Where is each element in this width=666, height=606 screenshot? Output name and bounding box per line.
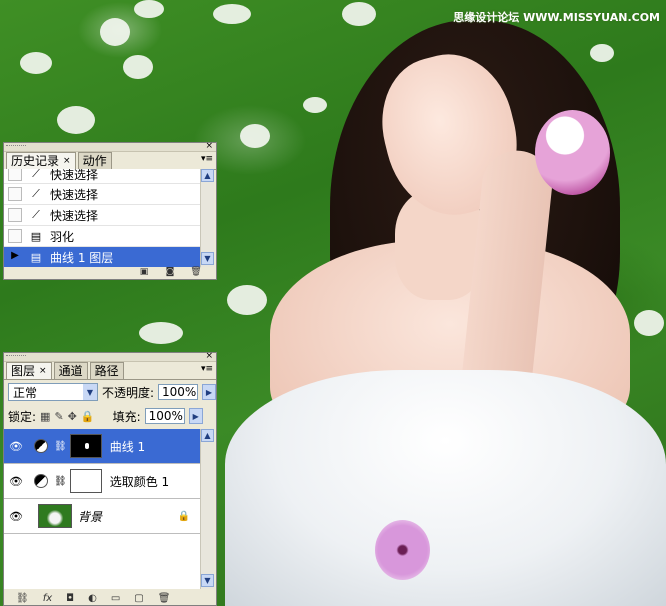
history-item-selected[interactable]: ▶ ▤ 曲线 1 图层 (4, 247, 202, 267)
new-document-from-state-icon[interactable]: ▣ (138, 267, 150, 277)
history-footer: ▣ ◙ 🗑 (4, 265, 216, 279)
layer-name: 选取颜色 1 (109, 474, 170, 489)
history-item-label: 快速选择 (50, 208, 99, 223)
panel-menu-icon[interactable]: ▾≡ (201, 364, 213, 374)
panel-menu-icon[interactable]: ▾≡ (201, 154, 213, 164)
close-panel-icon[interactable]: × (205, 141, 213, 151)
adjustment-layer-icon (34, 439, 48, 453)
lock-icon: 🔒 (177, 510, 190, 522)
new-layer-icon[interactable]: ▢ (134, 593, 143, 604)
quick-select-icon: ⟋ (32, 187, 40, 200)
quick-select-icon: ⟋ (32, 208, 40, 221)
history-list: ⟋ 快速选择 ⟋ 快速选择 ⟋ 快速选择 ▤ 羽化 ▶ ▤ 曲线 1 图层 (4, 169, 202, 267)
tab-label: 历史记录 (11, 154, 60, 168)
history-state-icon: ▤ (30, 250, 42, 264)
tab-label: 动作 (82, 154, 107, 168)
layers-scrollbar[interactable]: ▲ ▼ (200, 429, 214, 589)
layer-style-icon[interactable]: fx (43, 593, 52, 604)
layer-list: 👁 ⛓ 曲线 1 👁 ⛓ 选取颜色 1 👁 背景 🔒 (4, 429, 202, 589)
layer-mask-thumbnail[interactable] (69, 434, 102, 458)
trash-icon[interactable]: 🗑 (158, 593, 171, 604)
chevron-down-icon: ▼ (82, 384, 97, 400)
history-item[interactable]: ▤ 羽化 (4, 226, 202, 247)
lock-transparent-icon[interactable]: ▦ (40, 410, 50, 423)
layer-row-selective-color[interactable]: 👁 ⛓ 选取颜色 1 (4, 464, 202, 499)
history-brush-source-icon[interactable]: ▶ (8, 250, 22, 264)
snapshot-checkbox[interactable] (8, 169, 22, 181)
history-item-label: 曲线 1 图层 (50, 250, 114, 265)
trash-icon[interactable]: 🗑 (190, 267, 202, 277)
history-item-label: 快速选择 (50, 169, 99, 182)
adjustment-layer-icon (34, 474, 48, 488)
new-snapshot-icon[interactable]: ◙ (164, 267, 176, 277)
watermark: 思缘设计论坛 WWW.MISSYUAN.COM (453, 11, 660, 24)
add-mask-icon[interactable]: ◘ (66, 593, 74, 604)
chain-link-icon[interactable]: ⛓ (54, 476, 67, 487)
eye-icon[interactable]: 👁 (8, 508, 24, 524)
layer-name: 曲线 1 (109, 439, 146, 454)
history-state-icon: ▤ (30, 229, 42, 243)
scroll-down-icon[interactable]: ▼ (201, 574, 214, 587)
hand-flower (375, 520, 430, 580)
history-item[interactable]: ⟋ 快速选择 (4, 184, 202, 205)
snapshot-checkbox[interactable] (8, 208, 22, 222)
tab-label: 图层 (11, 364, 36, 378)
link-layers-icon[interactable]: ⛓ (16, 593, 29, 604)
blend-mode-select[interactable]: 正常 ▼ (8, 383, 98, 401)
tab-layers[interactable]: 图层 × (6, 362, 52, 379)
hair-flower (535, 110, 610, 195)
opacity-label: 不透明度: (101, 385, 155, 400)
layer-row-curves[interactable]: 👁 ⛓ 曲线 1 (4, 429, 202, 464)
layers-panel: × 图层 × 通道 路径 ▾≡ 正常 ▼ 不透明度: 100% ▶ 锁定: ▦ … (3, 351, 217, 606)
history-item[interactable]: ⟋ 快速选择 (4, 205, 202, 226)
history-scrollbar[interactable]: ▲ ▼ (200, 169, 214, 267)
tab-history[interactable]: 历史记录 × (6, 152, 76, 169)
layers-footer: ⛓ fx ◘ ◐ ▭ ▢ 🗑 (4, 591, 216, 605)
history-item-label: 羽化 (50, 229, 75, 244)
tab-paths[interactable]: 路径 (89, 362, 124, 379)
new-group-icon[interactable]: ▭ (111, 593, 120, 604)
scroll-up-icon[interactable]: ▲ (201, 169, 214, 182)
white-dress (225, 370, 666, 606)
layer-mask-thumbnail[interactable] (69, 469, 102, 493)
layers-tabs: 图层 × 通道 路径 ▾≡ (4, 362, 216, 380)
lock-image-icon[interactable]: ✎ (54, 410, 63, 423)
panel-grip[interactable]: × (4, 141, 216, 152)
eye-icon[interactable]: 👁 (8, 438, 24, 454)
blend-opacity-row: 正常 ▼ 不透明度: 100% ▶ (4, 380, 216, 404)
scroll-up-icon[interactable]: ▲ (201, 429, 214, 442)
close-panel-icon[interactable]: × (205, 351, 213, 361)
eye-icon[interactable]: 👁 (8, 473, 24, 489)
quick-select-icon: ⟋ (32, 169, 40, 180)
panel-grip[interactable]: × (4, 351, 216, 362)
layer-name: 背景 (78, 509, 103, 524)
layer-thumbnail (38, 504, 72, 528)
lock-label: 锁定: (8, 409, 37, 424)
lock-position-icon[interactable]: ✥ (68, 410, 77, 423)
history-panel: × 历史记录 × 动作 ▾≡ ⟋ 快速选择 ⟋ 快速选择 ⟋ 快速选择 ▤ 羽化… (3, 141, 217, 280)
opacity-slider-button[interactable]: ▶ (202, 384, 216, 400)
chain-link-icon[interactable]: ⛓ (54, 441, 67, 452)
snapshot-checkbox[interactable] (8, 187, 22, 201)
fill-label: 填充: (112, 409, 141, 424)
adjustment-layer-icon[interactable]: ◐ (88, 593, 97, 604)
opacity-input[interactable]: 100% (158, 384, 198, 400)
close-tab-icon[interactable]: × (39, 363, 47, 379)
blend-mode-value: 正常 (13, 385, 38, 400)
lock-fill-row: 锁定: ▦ ✎ ✥ 🔒 填充: 100% ▶ (4, 404, 216, 428)
fill-input[interactable]: 100% (144, 408, 185, 424)
fill-slider-button[interactable]: ▶ (188, 408, 203, 424)
layer-row-background[interactable]: 👁 背景 🔒 (4, 499, 202, 534)
close-tab-icon[interactable]: × (63, 153, 71, 169)
lock-all-icon[interactable]: 🔒 (81, 410, 95, 423)
tab-channels[interactable]: 通道 (53, 362, 88, 379)
tab-label: 通道 (58, 364, 83, 378)
history-item[interactable]: ⟋ 快速选择 (4, 169, 202, 184)
tab-label: 路径 (94, 364, 119, 378)
snapshot-checkbox[interactable] (8, 229, 22, 243)
history-item-label: 快速选择 (50, 187, 99, 202)
history-tabs: 历史记录 × 动作 ▾≡ (4, 152, 216, 170)
scroll-down-icon[interactable]: ▼ (201, 252, 214, 265)
tab-actions[interactable]: 动作 (77, 152, 112, 169)
